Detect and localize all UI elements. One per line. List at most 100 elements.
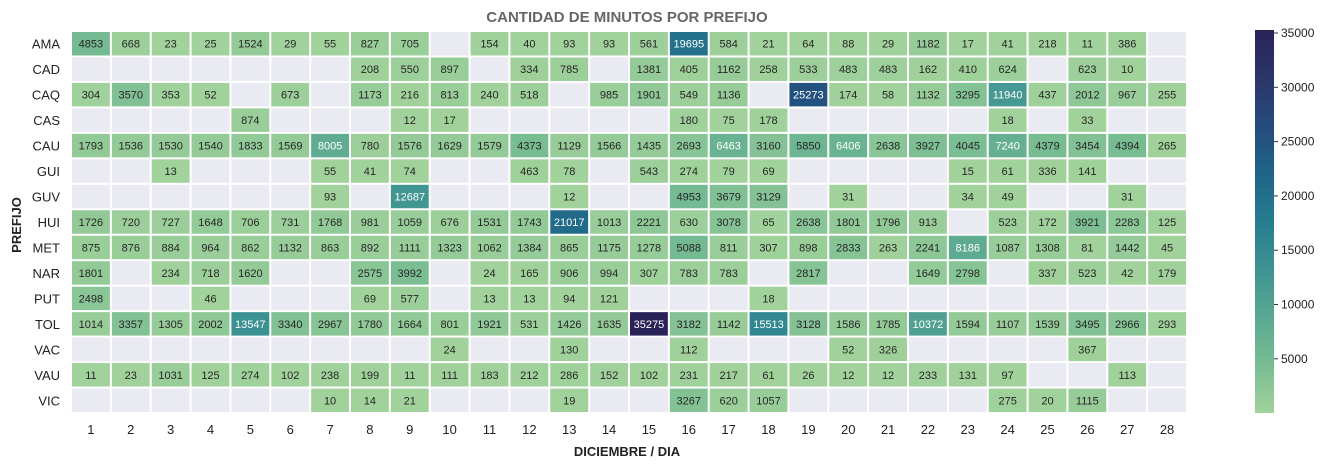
heatmap-cell xyxy=(111,388,150,412)
heatmap-cell xyxy=(311,82,349,107)
colorbar-tick-label: 20000 xyxy=(1281,189,1315,203)
cell-value-label: 533 xyxy=(799,64,817,76)
x-tick-label: 8 xyxy=(366,422,373,437)
cell-value-label: 1142 xyxy=(717,319,741,331)
cell-value-label: 584 xyxy=(719,39,737,51)
heatmap-cell xyxy=(191,388,230,412)
cell-value-label: 1426 xyxy=(557,319,581,331)
cell-value-label: 102 xyxy=(640,370,658,382)
cell-value-label: 1524 xyxy=(238,39,262,51)
heatmap-cell xyxy=(630,388,668,412)
colorbar-tick-label: 10000 xyxy=(1281,298,1315,312)
cell-value-label: 3340 xyxy=(278,319,302,331)
cell-value-label: 1540 xyxy=(198,141,222,153)
cell-value-label: 1801 xyxy=(79,268,103,280)
heatmap-cell xyxy=(351,184,389,209)
heatmap-cell xyxy=(351,337,389,362)
cell-value-label: 336 xyxy=(1038,166,1056,178)
cell-value-label: 26 xyxy=(802,370,814,382)
heatmap-cell xyxy=(231,159,270,183)
cell-value-label: 218 xyxy=(1038,39,1056,51)
cell-value-label: 113 xyxy=(1118,370,1136,382)
heatmap-cell xyxy=(510,388,549,412)
cell-value-label: 11 xyxy=(404,370,415,382)
cell-value-label: 705 xyxy=(401,39,419,51)
heatmap-cell xyxy=(829,108,868,132)
y-tick-label: CAS xyxy=(33,113,60,128)
cell-value-label: 2638 xyxy=(876,141,900,153)
cell-value-label: 41 xyxy=(364,166,376,178)
heatmap-cell xyxy=(789,337,828,362)
heatmap-cell xyxy=(271,57,310,81)
heatmap-cell xyxy=(430,261,469,285)
x-tick-label: 13 xyxy=(562,422,576,437)
cell-value-label: 217 xyxy=(719,370,737,382)
cell-value-label: 1743 xyxy=(517,217,541,229)
cell-value-label: 61 xyxy=(762,370,774,382)
cell-value-label: 3357 xyxy=(119,319,143,331)
x-tick-label: 4 xyxy=(207,422,214,437)
x-tick-label: 22 xyxy=(921,422,935,437)
x-tick-label: 1 xyxy=(87,422,94,437)
x-tick-label: 26 xyxy=(1080,422,1094,437)
cell-value-label: 1586 xyxy=(836,319,860,331)
cell-value-label: 13 xyxy=(165,166,177,178)
heatmap-cell xyxy=(948,286,987,311)
cell-value-label: 1384 xyxy=(517,242,541,254)
heatmap-cell xyxy=(1148,32,1186,56)
cell-value-label: 1536 xyxy=(119,141,143,153)
cell-value-label: 46 xyxy=(204,293,216,305)
cell-value-label: 483 xyxy=(879,64,897,76)
cell-value-label: 780 xyxy=(361,141,379,153)
cell-value-label: 130 xyxy=(560,344,578,356)
x-tick-label: 3 xyxy=(167,422,174,437)
heatmap-cell xyxy=(470,184,509,209)
cell-value-label: 263 xyxy=(879,242,897,254)
cell-value-label: 1323 xyxy=(437,242,461,254)
cell-value-label: 12 xyxy=(563,192,575,204)
heatmap-cell xyxy=(271,286,310,311)
cell-value-label: 24 xyxy=(444,344,456,356)
cell-value-label: 199 xyxy=(361,370,379,382)
heatmap-cell xyxy=(909,184,947,209)
heatmap-cell xyxy=(909,388,947,412)
cell-value-label: 2575 xyxy=(358,268,382,280)
cell-value-label: 1014 xyxy=(79,319,103,331)
heatmap-cell xyxy=(111,286,150,311)
cell-value-label: 174 xyxy=(839,90,857,102)
cell-value-label: 543 xyxy=(640,166,658,178)
cell-value-label: 386 xyxy=(1118,39,1136,51)
cell-value-label: 811 xyxy=(720,242,738,254)
cell-value-label: 706 xyxy=(241,217,259,229)
cell-value-label: 64 xyxy=(802,39,814,51)
cell-value-label: 274 xyxy=(241,370,259,382)
y-tick-label: HUI xyxy=(38,215,60,230)
cell-value-label: 11 xyxy=(1082,39,1093,51)
cell-value-label: 172 xyxy=(1038,217,1056,229)
cell-value-label: 1132 xyxy=(916,90,940,102)
cell-value-label: 152 xyxy=(600,370,618,382)
cell-value-label: 3129 xyxy=(756,192,780,204)
heatmap-cell xyxy=(988,337,1027,362)
cell-value-label: 23 xyxy=(125,370,137,382)
cell-value-label: 10372 xyxy=(913,319,944,331)
cell-value-label: 561 xyxy=(640,39,658,51)
cell-value-label: 1648 xyxy=(198,217,222,229)
cell-value-label: 437 xyxy=(1038,90,1056,102)
x-tick-labels: 1 2 3 4 5 6 7 8 9 10 11 12 13 14 15 16 17 18 19 20 21 22 23 24 2… xyxy=(87,422,1174,437)
cell-value-label: 180 xyxy=(680,115,698,127)
cell-value-label: 13 xyxy=(523,293,535,305)
heatmap-cell xyxy=(311,286,349,311)
cell-value-label: 21 xyxy=(404,395,416,407)
cell-value-label: 3679 xyxy=(716,192,740,204)
cell-value-label: 898 xyxy=(799,242,817,254)
cell-value-label: 3495 xyxy=(1075,319,1099,331)
cell-value-label: 720 xyxy=(122,217,140,229)
cell-value-label: 1381 xyxy=(637,64,661,76)
heatmap-cell xyxy=(1148,337,1186,362)
cell-value-label: 61 xyxy=(1002,166,1014,178)
y-tick-label: CAQ xyxy=(32,88,60,103)
cell-value-label: 7240 xyxy=(995,141,1019,153)
cell-value-label: 29 xyxy=(284,39,296,51)
cell-value-label: 1566 xyxy=(597,141,621,153)
